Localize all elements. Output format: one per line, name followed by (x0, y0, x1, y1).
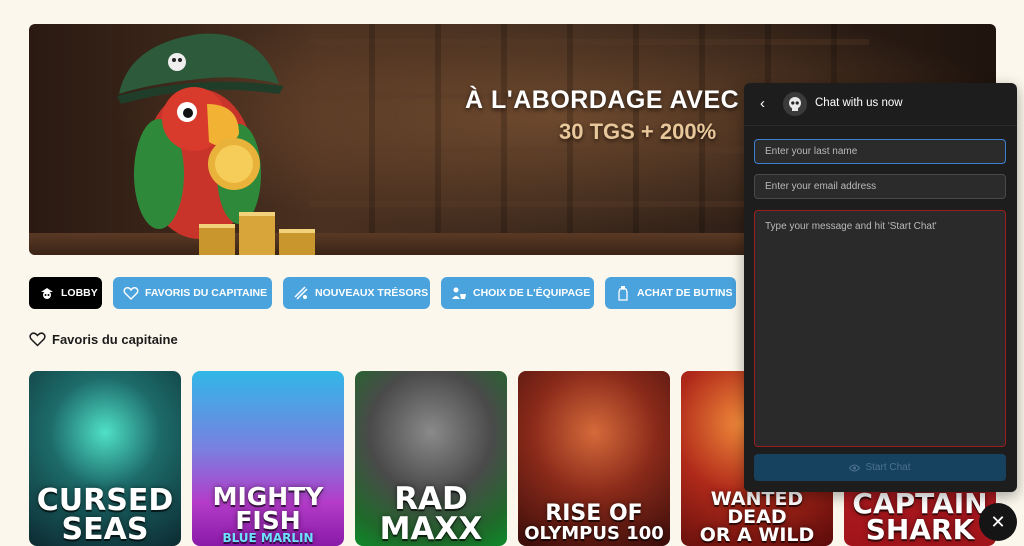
chevron-left-icon[interactable]: ‹ (760, 95, 765, 112)
game-title: CAPTAIN SHARK (852, 486, 988, 546)
skull-icon (41, 288, 53, 299)
game-card-rad-maxx[interactable]: RAD MAXX (355, 371, 507, 546)
game-title: CURSED SEAS (36, 483, 174, 546)
chat-widget: ‹ Chat with us now Enter your last name … (744, 83, 1017, 492)
tab-choix-equipage[interactable]: CHOIX DE L'ÉQUIPAGE (441, 277, 594, 309)
chat-title: Chat with us now (815, 97, 903, 109)
tab-choix-label: CHOIX DE L'ÉQUIPAGE (473, 287, 591, 299)
new-treasure-icon (294, 286, 308, 300)
tab-favoris-du-capitaine[interactable]: FAVORIS DU CAPITAINE (113, 277, 272, 309)
chat-header: ‹ Chat with us now (744, 83, 1017, 126)
game-card-rise-of-olympus[interactable]: RISE OF OLYMPUS 100 (518, 371, 670, 546)
close-icon: ✕ (990, 511, 1006, 532)
game-title: RAD MAXX (379, 481, 483, 546)
pirate-parrot-illustration (117, 33, 315, 255)
tab-favoris-label: FAVORIS DU CAPITAINE (145, 287, 268, 299)
tab-achat-label: ACHAT DE BUTINS (637, 287, 733, 299)
heart-icon (123, 287, 139, 300)
tab-lobby-label: LOBBY (61, 287, 98, 299)
tab-achat-butins[interactable]: ACHAT DE BUTINS (605, 277, 736, 309)
close-chat-button[interactable]: ✕ (979, 503, 1017, 541)
email-field[interactable]: Enter your email address (754, 174, 1006, 199)
skull-icon (789, 97, 801, 111)
avatar (783, 92, 807, 116)
banner-title: À L'ABORDAGE AVEC (465, 86, 740, 114)
tab-nouveaux-label: NOUVEAUX TRÉSORS (315, 287, 429, 299)
banner-subtitle: 30 TGS + 200% (559, 119, 717, 144)
game-card-mighty-fish[interactable]: MIGHTY FISH BLUE MARLIN (192, 371, 344, 546)
crew-icon (452, 287, 466, 299)
game-title: MIGHTY FISH BLUE MARLIN (212, 482, 324, 545)
start-chat-label: Start Chat (865, 462, 911, 473)
game-title: RISE OF OLYMPUS 100 (524, 501, 664, 544)
section-title-label: Favoris du capitaine (52, 331, 178, 347)
game-card-cursed-seas[interactable]: CURSED SEAS (29, 371, 181, 546)
last-name-field[interactable]: Enter your last name (754, 139, 1006, 164)
section-title-favoris: Favoris du capitaine (29, 331, 178, 347)
game-title: WANTED DEAD OR A WILD (699, 487, 815, 546)
tab-lobby[interactable]: LOBBY (29, 277, 102, 309)
eye-icon (849, 464, 861, 471)
heart-outline-icon (29, 332, 46, 347)
tab-nouveaux-tresors[interactable]: NOUVEAUX TRÉSORS (283, 277, 430, 309)
bottle-icon (618, 286, 628, 301)
message-textarea[interactable]: Type your message and hit 'Start Chat' (754, 210, 1006, 447)
start-chat-button[interactable]: Start Chat (754, 454, 1006, 481)
